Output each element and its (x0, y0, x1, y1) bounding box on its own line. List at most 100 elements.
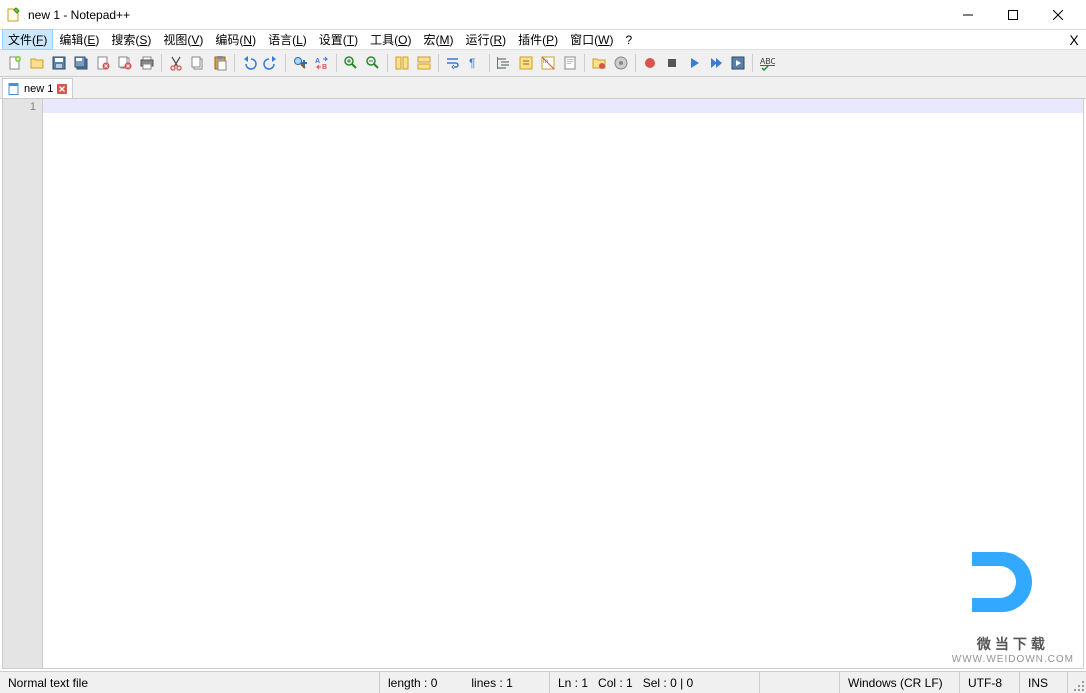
close-icon (95, 55, 111, 71)
save-macro-icon (730, 55, 746, 71)
find-icon (292, 55, 308, 71)
zoom-out-icon (365, 55, 381, 71)
menu-tools[interactable]: 工具(O) (364, 29, 417, 50)
print-icon (139, 55, 155, 71)
svg-text:A: A (315, 58, 320, 65)
menu-macro[interactable]: 宏(M) (417, 29, 459, 50)
menu-language[interactable]: 语言(L) (262, 29, 313, 50)
status-eol[interactable]: Windows (CR LF) (840, 672, 960, 693)
indent-guide-icon (496, 55, 512, 71)
menu-view[interactable]: 视图(V) (157, 29, 209, 50)
close-all-button[interactable] (114, 52, 136, 74)
indent-guide-button[interactable] (493, 52, 515, 74)
menu-window[interactable]: 窗口(W) (564, 29, 619, 50)
stop-button[interactable] (661, 52, 683, 74)
minimize-button[interactable] (945, 0, 990, 30)
toolbar-separator (161, 54, 162, 72)
sync-v-icon (394, 55, 410, 71)
app-icon (6, 7, 22, 23)
redo-button[interactable] (260, 52, 282, 74)
zoom-out-button[interactable] (362, 52, 384, 74)
zoom-in-button[interactable] (340, 52, 362, 74)
play-button[interactable] (683, 52, 705, 74)
undo-button[interactable] (238, 52, 260, 74)
play-multi-icon (708, 55, 724, 71)
language-icon: fn (540, 55, 556, 71)
status-insert-mode[interactable]: INS (1020, 672, 1068, 693)
doc-map-icon (562, 55, 578, 71)
doc-map-button[interactable] (559, 52, 581, 74)
menu-edit[interactable]: 编辑(E) (53, 29, 105, 50)
word-wrap-button[interactable] (442, 52, 464, 74)
replace-icon: AB (314, 55, 330, 71)
toolbar-separator (584, 54, 585, 72)
redo-icon (263, 55, 279, 71)
toolbar-separator (387, 54, 388, 72)
new-button[interactable] (4, 52, 26, 74)
find-button[interactable] (289, 52, 311, 74)
menu-search[interactable]: 搜索(S) (105, 29, 157, 50)
toolbar: AB ¶ fn ABC (0, 50, 1086, 77)
play-multi-button[interactable] (705, 52, 727, 74)
sync-h-icon (416, 55, 432, 71)
save-all-button[interactable] (70, 52, 92, 74)
menubar-close-button[interactable]: X (1064, 32, 1084, 48)
editor-area: 1 (2, 99, 1084, 669)
close-button[interactable] (92, 52, 114, 74)
fold-icon (518, 55, 534, 71)
toolbar-separator (336, 54, 337, 72)
fold-button[interactable] (515, 52, 537, 74)
paste-button[interactable] (209, 52, 231, 74)
zoom-in-icon (343, 55, 359, 71)
resize-grip-icon[interactable] (1068, 672, 1086, 693)
folder-icon (591, 55, 607, 71)
status-cursor: Ln : 1 Col : 1 Sel : 0 | 0 (550, 672, 760, 693)
toolbar-separator (438, 54, 439, 72)
menu-plugins[interactable]: 插件(P) (512, 29, 564, 50)
status-bar: Normal text file length : 0 lines : 1 Ln… (0, 671, 1086, 693)
current-line-highlight (43, 99, 1083, 113)
save-macro-button[interactable] (727, 52, 749, 74)
open-icon (29, 55, 45, 71)
tab-new1[interactable]: new 1 (2, 78, 73, 98)
open-button[interactable] (26, 52, 48, 74)
menu-encoding[interactable]: 编码(N) (209, 29, 262, 50)
menu-help[interactable]: ? (619, 31, 638, 49)
tab-bar: new 1 (0, 77, 1086, 99)
title-bar: new 1 - Notepad++ (0, 0, 1086, 30)
func-list-icon (613, 55, 629, 71)
status-col: Col : 1 (598, 676, 633, 690)
menu-run[interactable]: 运行(R) (459, 29, 512, 50)
show-all-button[interactable]: ¶ (464, 52, 486, 74)
save-button[interactable] (48, 52, 70, 74)
copy-button[interactable] (187, 52, 209, 74)
menu-settings[interactable]: 设置(T) (313, 29, 364, 50)
toolbar-separator (635, 54, 636, 72)
replace-button[interactable]: AB (311, 52, 333, 74)
language-button[interactable]: fn (537, 52, 559, 74)
menu-file[interactable]: 文件(F) (2, 29, 53, 50)
status-ln: Ln : 1 (558, 676, 588, 690)
sync-v-button[interactable] (391, 52, 413, 74)
maximize-button[interactable] (990, 0, 1035, 30)
menu-bar: 文件(F) 编辑(E) 搜索(S) 视图(V) 编码(N) 语言(L) 设置(T… (0, 30, 1086, 50)
record-button[interactable] (639, 52, 661, 74)
tab-close-icon[interactable] (56, 83, 68, 95)
sync-h-button[interactable] (413, 52, 435, 74)
func-list-button[interactable] (610, 52, 632, 74)
new-icon (7, 55, 23, 71)
paste-icon (212, 55, 228, 71)
text-editor[interactable] (43, 99, 1083, 668)
line-number-gutter: 1 (3, 99, 43, 668)
svg-text:ABC: ABC (760, 57, 775, 66)
folder-button[interactable] (588, 52, 610, 74)
close-button[interactable] (1035, 0, 1080, 30)
stop-icon (664, 55, 680, 71)
svg-text:B: B (322, 64, 327, 71)
status-encoding[interactable]: UTF-8 (960, 672, 1020, 693)
save-all-icon (73, 55, 89, 71)
copy-icon (190, 55, 206, 71)
spellcheck-button[interactable]: ABC (756, 52, 778, 74)
cut-button[interactable] (165, 52, 187, 74)
print-button[interactable] (136, 52, 158, 74)
